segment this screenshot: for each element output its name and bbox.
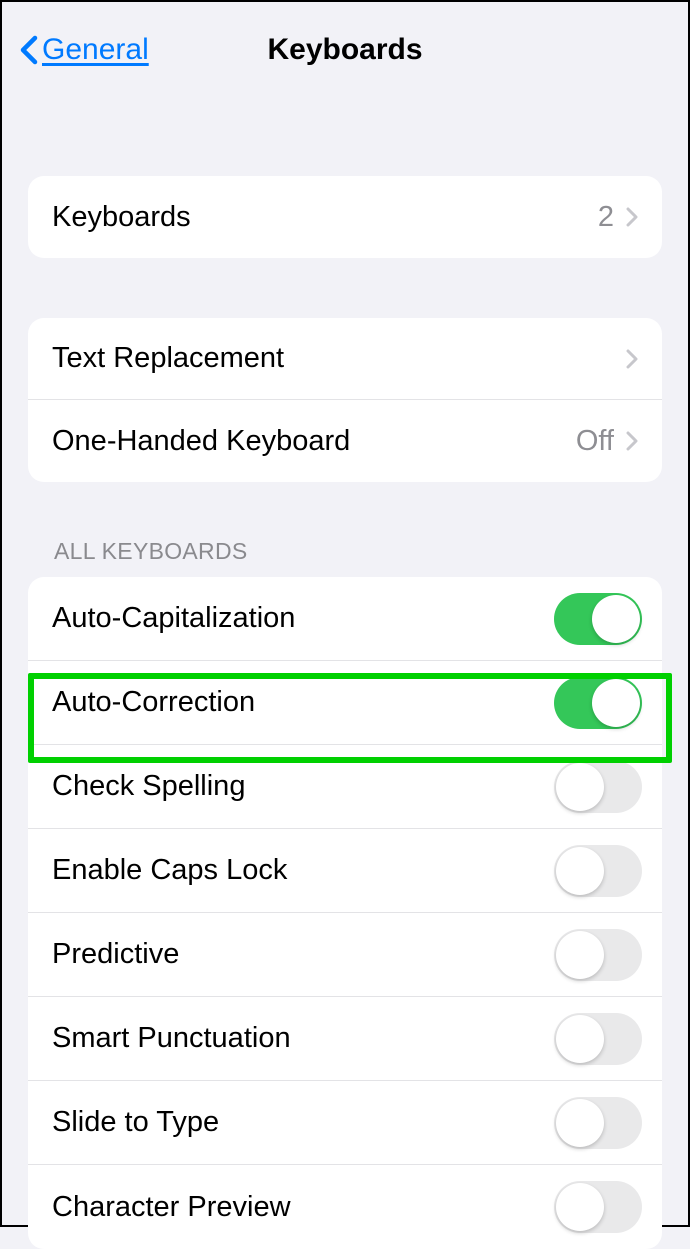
row-label: Auto-Capitalization: [52, 602, 295, 635]
chevron-right-icon: [626, 207, 638, 227]
toggle-auto-capitalization[interactable]: [554, 593, 642, 645]
row-end: [626, 349, 638, 369]
row-smart-punctuation: Smart Punctuation: [28, 997, 662, 1081]
back-button[interactable]: General: [20, 33, 149, 67]
row-end: 2: [598, 201, 638, 234]
chevron-right-icon: [626, 349, 638, 369]
row-label: Character Preview: [52, 1191, 291, 1224]
toggle-character-preview[interactable]: [554, 1181, 642, 1233]
row-label: One-Handed Keyboard: [52, 425, 350, 458]
settings-group-all-keyboards: Auto-Capitalization Auto-Correction Chec…: [28, 577, 662, 1249]
chevron-right-icon: [626, 431, 638, 451]
row-auto-capitalization: Auto-Capitalization: [28, 577, 662, 661]
row-label: Slide to Type: [52, 1106, 219, 1139]
row-end: Off: [576, 425, 638, 458]
row-keyboards[interactable]: Keyboards 2: [28, 176, 662, 258]
section-header-all-keyboards: ALL KEYBOARDS: [2, 482, 688, 577]
settings-group-text: Text Replacement One-Handed Keyboard Off: [28, 318, 662, 482]
row-text-replacement[interactable]: Text Replacement: [28, 318, 662, 400]
toggle-auto-correction[interactable]: [554, 677, 642, 729]
nav-header: General Keyboards: [2, 2, 688, 98]
row-label: Enable Caps Lock: [52, 854, 287, 887]
chevron-left-icon: [20, 35, 38, 65]
row-value: Off: [576, 425, 614, 458]
row-character-preview: Character Preview: [28, 1165, 662, 1249]
row-auto-correction: Auto-Correction: [28, 661, 662, 745]
toggle-smart-punctuation[interactable]: [554, 1013, 642, 1065]
toggle-slide-to-type[interactable]: [554, 1097, 642, 1149]
row-label: Auto-Correction: [52, 686, 255, 719]
row-one-handed-keyboard[interactable]: One-Handed Keyboard Off: [28, 400, 662, 482]
row-label: Check Spelling: [52, 770, 245, 803]
row-slide-to-type: Slide to Type: [28, 1081, 662, 1165]
page-title: Keyboards: [267, 33, 422, 67]
toggle-check-spelling[interactable]: [554, 761, 642, 813]
row-label: Text Replacement: [52, 342, 284, 375]
back-label: General: [42, 33, 149, 67]
row-value: 2: [598, 201, 614, 234]
toggle-enable-caps-lock[interactable]: [554, 845, 642, 897]
settings-group-keyboards: Keyboards 2: [28, 176, 662, 258]
row-label: Keyboards: [52, 201, 191, 234]
row-check-spelling: Check Spelling: [28, 745, 662, 829]
row-predictive: Predictive: [28, 913, 662, 997]
row-enable-caps-lock: Enable Caps Lock: [28, 829, 662, 913]
row-label: Smart Punctuation: [52, 1022, 291, 1055]
row-label: Predictive: [52, 938, 179, 971]
toggle-predictive[interactable]: [554, 929, 642, 981]
